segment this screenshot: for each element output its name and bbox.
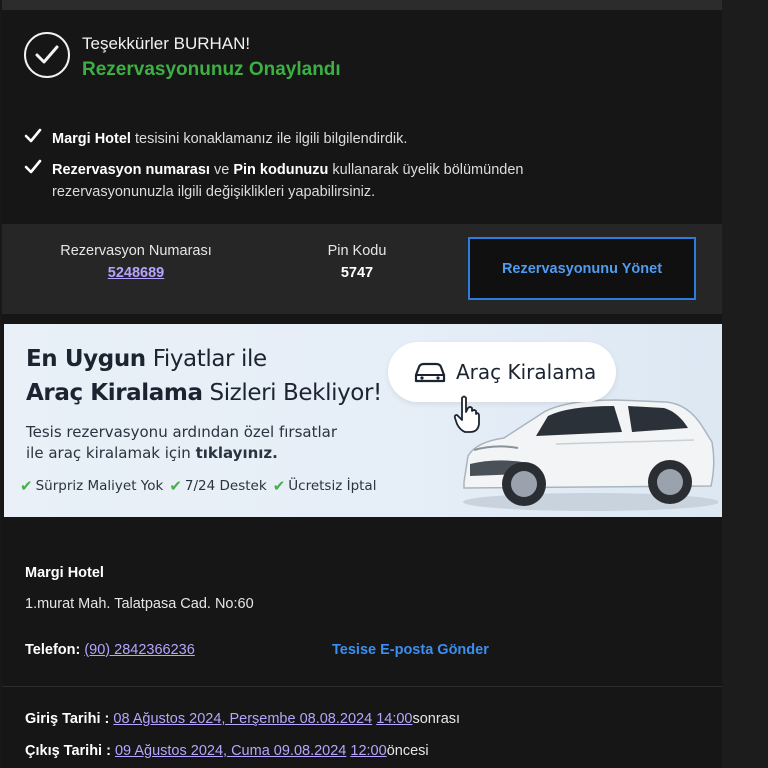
checkin-date-link[interactable]: 08 Ağustos 2024, Perşembe 08.08.2024	[113, 711, 372, 727]
checkin-label: Giriş Tarihi :	[25, 711, 110, 727]
checkout-label: Çıkış Tarihi :	[25, 743, 111, 759]
car-rental-banner[interactable]: En Uygun Fiyatlar ile Araç Kiralama Sizl…	[4, 324, 722, 517]
reservation-bar: Rezervasyon Numarası 5248689 Pin Kodu 57…	[2, 224, 722, 314]
banner-features: ✔ Sürpriz Maliyet Yok ✔ 7/24 Destek ✔ Ücret…	[20, 477, 377, 495]
phone-row: Telefon: (90) 2842366236	[25, 640, 195, 660]
checkout-time-link[interactable]: 12:00	[350, 743, 386, 759]
checkin-row: Giriş Tarihi : 08 Ağustos 2024, Perşembe…	[25, 711, 461, 727]
manage-reservation-button[interactable]: Rezervasyonunu Yönet	[468, 237, 696, 300]
check-icon	[24, 159, 52, 203]
reservation-number-block: Rezervasyon Numarası 5248689	[42, 240, 230, 284]
green-check-icon: ✔	[20, 477, 33, 495]
check-circle-icon	[24, 32, 70, 78]
check-icon	[24, 128, 52, 151]
confirmation-header: Teşekkürler BURHAN! Rezervasyonunuz Onay…	[24, 32, 341, 83]
banner-sub-1: Tesis rezervasyonu ardından özel fırsatl…	[26, 423, 337, 441]
info-line-2: Rezervasyon numarası ve Pin kodunuzu kul…	[24, 159, 523, 203]
divider	[2, 686, 722, 687]
phone-label: Telefon:	[25, 642, 81, 658]
car-image	[463, 399, 718, 511]
reservation-number-label: Rezervasyon Numarası	[60, 243, 212, 259]
right-margin	[722, 0, 768, 768]
car-icon	[414, 362, 446, 383]
green-check-icon: ✔	[272, 477, 286, 495]
banner-sub-2: ile araç kiralamak için tıklayınız.	[26, 444, 278, 462]
reservation-number-link[interactable]: 5248689	[42, 262, 230, 284]
car-rental-pill[interactable]: Araç Kiralama	[388, 342, 616, 402]
pointer-hand-icon	[453, 395, 480, 433]
greeting-text: Teşekkürler BURHAN!	[82, 34, 251, 53]
confirmation-card: Teşekkürler BURHAN! Rezervasyonunuz Onay…	[2, 10, 722, 768]
pin-block: Pin Kodu 5747	[302, 240, 412, 284]
checkout-row: Çıkış Tarihi : 09 Ağustos 2024, Cuma 09.…	[25, 743, 429, 759]
info-line-1: Margi Hotel tesisini konaklamanız ile il…	[24, 128, 407, 151]
hotel-name: Margi Hotel	[25, 565, 104, 581]
pin-value: 5747	[340, 265, 374, 281]
email-hotel-link[interactable]: Tesise E-posta Gönder	[332, 640, 489, 660]
checkin-time-link[interactable]: 14:00	[376, 711, 412, 727]
green-check-icon: ✔	[169, 477, 182, 495]
hotel-name-inline: Margi Hotel	[52, 131, 131, 147]
top-strip	[2, 0, 722, 10]
phone-link[interactable]: (90) 2842366236	[84, 642, 194, 658]
hotel-address: 1.murat Mah. Talatpasa Cad. No:60	[25, 596, 254, 612]
confirmation-status: Rezervasyonunuz Onaylandı	[82, 59, 341, 80]
pin-label: Pin Kodu	[327, 243, 387, 259]
checkout-date-link[interactable]: 09 Ağustos 2024, Cuma 09.08.2024	[115, 743, 346, 759]
